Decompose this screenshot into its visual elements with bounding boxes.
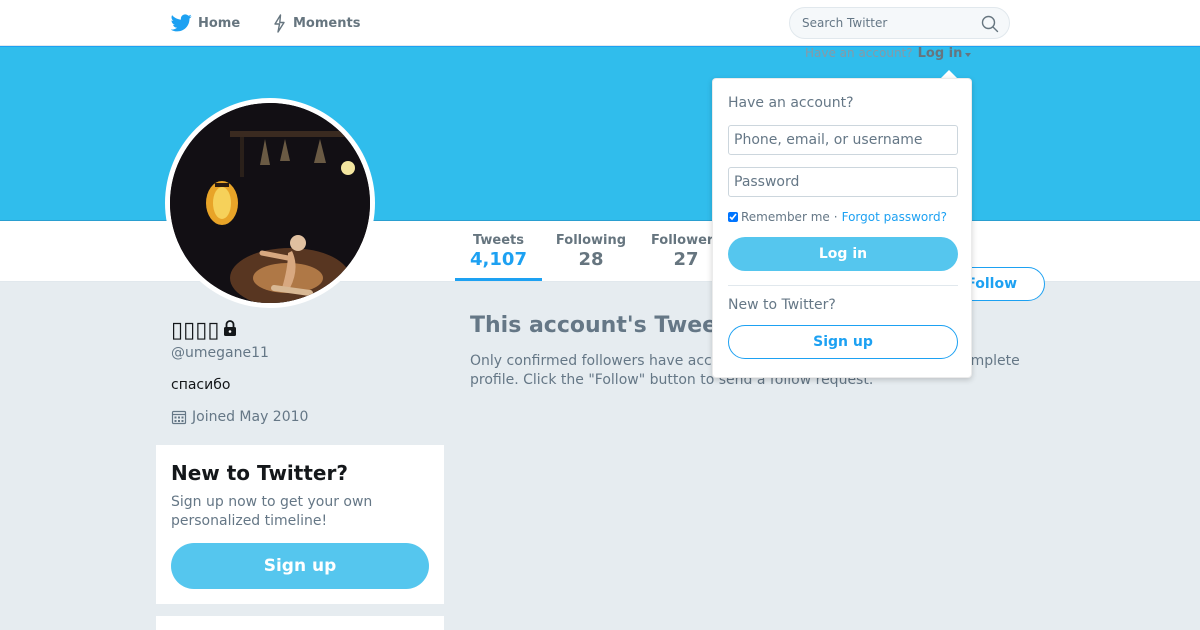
new-to-twitter-heading: New to Twitter? [728,297,836,313]
profile-name-row: ▯▯▯▯ [171,318,239,343]
username-input[interactable] [728,125,958,155]
lightning-icon [274,13,285,33]
login-dropdown-toggle[interactable]: Log in [918,46,972,61]
caret-down-icon [965,52,972,57]
nav-moments-label: Moments [293,15,361,31]
remember-me-checkbox[interactable] [728,212,738,222]
stat-following[interactable]: Following 28 [550,221,632,281]
nav-home-link[interactable]: Home [171,0,240,46]
signup-module-title: New to Twitter? [171,461,348,485]
stat-value: 28 [578,249,604,270]
stat-label: Following [555,233,627,248]
login-prompt: Have an account? Log in [805,46,972,61]
signup-module: New to Twitter? Sign up now to get your … [156,445,444,604]
twitter-bird-icon [171,14,192,32]
avatar[interactable] [165,98,375,308]
profile-joined-date: Joined May 2010 [171,409,308,425]
signup-module-text: Sign up now to get your own personalized… [171,494,373,529]
divider [728,285,958,286]
search-input[interactable] [802,16,972,30]
login-link-label: Log in [917,45,963,61]
lock-icon [221,318,239,343]
search-box [789,7,1010,39]
stat-label: Tweets [472,233,525,248]
separator-dot: · [833,210,838,224]
login-dropdown-heading: Have an account? [728,95,854,111]
have-account-text: Have an account? [805,46,913,60]
signup-module-button[interactable]: Sign up [171,543,429,589]
remember-me-row: Remember me · Forgot password? [728,210,947,224]
nav-moments-link[interactable]: Moments [272,0,360,46]
login-dropdown: Have an account? Remember me · Forgot pa… [712,78,972,378]
forgot-password-link[interactable]: Forgot password? [842,210,947,224]
search-icon[interactable] [981,15,999,33]
profile-bio: спасибо [171,377,231,393]
stat-value: 4,107 [470,249,527,270]
stat-tweets[interactable]: Tweets 4,107 [455,221,542,281]
calendar-icon [171,410,187,425]
avatar-image [170,103,370,303]
profile-display-name[interactable]: ▯▯▯▯ [171,318,219,343]
signup-button[interactable]: Sign up [728,325,958,359]
top-navigation-bar: Home Moments [0,0,1200,46]
remember-me-label[interactable]: Remember me [741,210,830,224]
next-module-card [156,616,444,630]
joined-text: Joined May 2010 [192,409,309,425]
protected-title: This account's Tweets are protected. [470,313,712,338]
login-button[interactable]: Log in [728,237,958,271]
nav-home-label: Home [198,15,241,31]
profile-handle[interactable]: @umegane11 [171,345,269,361]
password-input[interactable] [728,167,958,197]
